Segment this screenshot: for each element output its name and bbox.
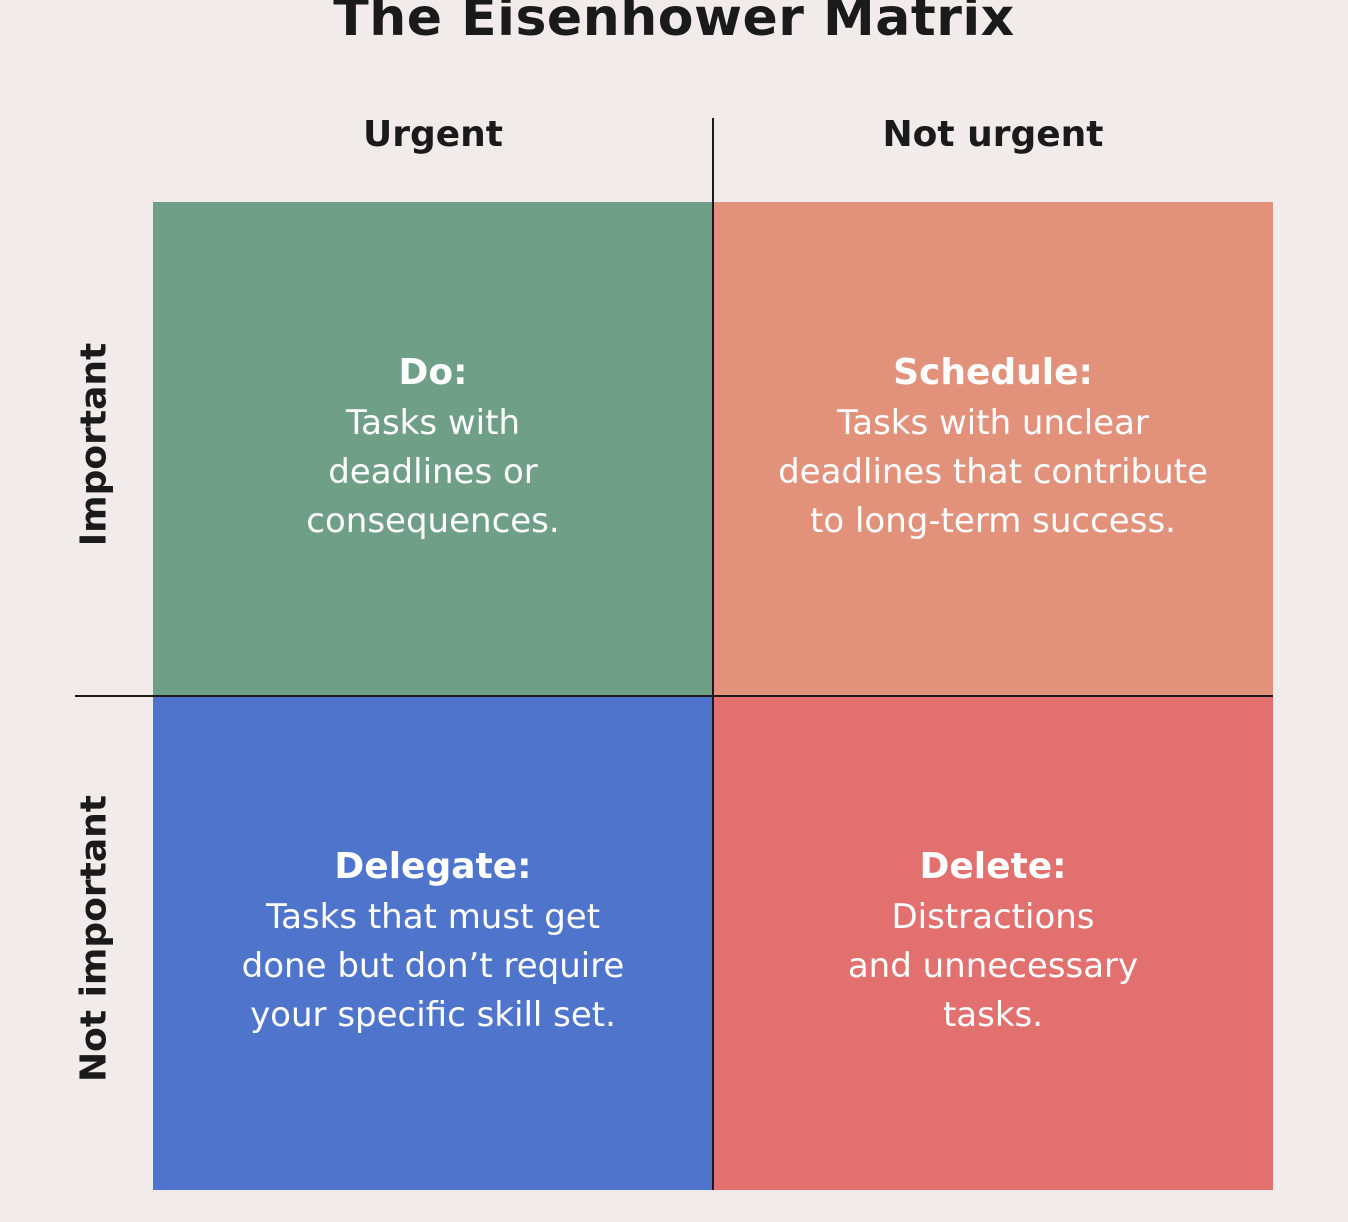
quadrant-text-line: Tasks that must get <box>265 897 601 937</box>
quadrant-heading: Delete: <box>919 846 1067 887</box>
page-title: The Eisenhower Matrix <box>333 0 1015 48</box>
quadrant-text-line: your specific skill set. <box>250 995 616 1035</box>
vertical-axis-divider <box>712 118 714 1190</box>
horizontal-axis-divider <box>75 695 1273 697</box>
quadrant-heading: Delegate: <box>334 846 532 887</box>
quadrant-heading: Schedule: <box>893 352 1093 393</box>
quadrant-schedule: Schedule: Tasks with unclear deadlines t… <box>713 202 1273 696</box>
quadrant-text-line: Tasks with <box>345 403 521 443</box>
quadrant-text-line: deadlines that contribute <box>778 452 1208 492</box>
row-header-important: Important <box>73 342 115 547</box>
row-header-not-important: Not important <box>73 794 115 1083</box>
quadrant-text-line: consequences. <box>306 501 560 541</box>
quadrant-text-line: deadlines or <box>328 452 538 492</box>
quadrant-text-line: tasks. <box>942 995 1044 1035</box>
quadrant-text-line: Tasks with unclear <box>837 403 1149 443</box>
quadrant-delegate: Delegate: Tasks that must get done but d… <box>153 696 713 1190</box>
column-header-not-urgent: Not urgent <box>882 114 1104 155</box>
quadrant-text-line: done but don’t require <box>241 946 625 986</box>
quadrant-heading: Do: <box>398 352 468 393</box>
quadrant-text-line: and unnecessary <box>847 946 1139 986</box>
quadrant-text-line: to long-term success. <box>810 501 1176 541</box>
quadrant-text-line: Distractions <box>891 897 1095 937</box>
column-header-urgent: Urgent <box>362 114 503 155</box>
quadrant-delete: Delete: Distractions and unnecessary tas… <box>713 696 1273 1190</box>
quadrant-do: Do: Tasks with deadlines or consequences… <box>153 202 713 696</box>
